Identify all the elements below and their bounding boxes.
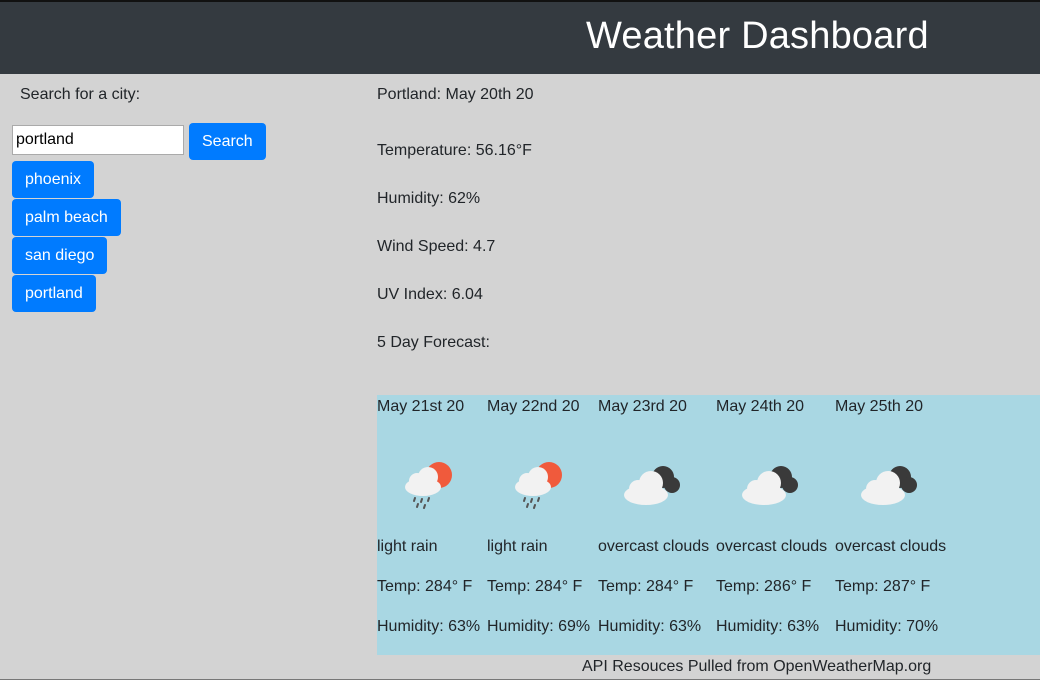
forecast-humidity: Humidity: 70% — [835, 618, 939, 635]
forecast-temp: Temp: 284° F — [377, 578, 473, 595]
forecast-humidity: Humidity: 63% — [377, 618, 481, 635]
window-bottom-strip — [0, 679, 1040, 700]
five-day-forecast: May 21st 20 light rain Temp: 284° F Humi… — [377, 395, 1040, 655]
page-title: Weather Dashboard — [586, 15, 929, 57]
forecast-description: overcast clouds — [716, 538, 828, 555]
current-wind-speed: Wind Speed: 4.7 — [377, 238, 496, 255]
forecast-date: May 21st 20 — [377, 398, 465, 415]
current-city-date: Portland: May 20th 20 — [377, 86, 534, 103]
forecast-temp: Temp: 287° F — [835, 578, 931, 595]
forecast-temp: Temp: 286° F — [716, 578, 812, 595]
page-header: Weather Dashboard — [0, 2, 1040, 74]
forecast-description: light rain — [377, 538, 438, 555]
forecast-date: May 24th 20 — [716, 398, 805, 415]
forecast-date: May 25th 20 — [835, 398, 924, 415]
current-humidity: Humidity: 62% — [377, 190, 481, 207]
rain-cloud-sun-icon — [405, 462, 452, 509]
history-city-button[interactable]: san diego — [12, 237, 108, 274]
search-button[interactable]: Search — [189, 123, 266, 160]
forecast-date: May 22nd 20 — [487, 398, 580, 415]
history-city-button[interactable]: phoenix — [12, 161, 95, 198]
current-uv-index: UV Index: 6.04 — [377, 286, 483, 303]
forecast-temp: Temp: 284° F — [487, 578, 583, 595]
overcast-clouds-icon — [861, 466, 917, 505]
search-label: Search for a city: — [20, 86, 141, 103]
forecast-humidity: Humidity: 63% — [598, 618, 702, 635]
overcast-clouds-icon — [742, 466, 798, 505]
city-search-input[interactable] — [12, 125, 184, 155]
api-attribution-footer: API Resouces Pulled from OpenWeatherMap.… — [582, 658, 932, 675]
forecast-humidity: Humidity: 69% — [487, 618, 591, 635]
current-temperature: Temperature: 56.16°F — [377, 142, 532, 159]
forecast-temp: Temp: 284° F — [598, 578, 694, 595]
forecast-date: May 23rd 20 — [598, 398, 687, 415]
forecast-description: overcast clouds — [598, 538, 710, 555]
forecast-description: light rain — [487, 538, 548, 555]
history-city-button[interactable]: palm beach — [12, 199, 121, 236]
overcast-clouds-icon — [624, 466, 680, 505]
history-city-button[interactable]: portland — [12, 275, 96, 312]
forecast-heading: 5 Day Forecast: — [377, 334, 490, 351]
forecast-humidity: Humidity: 63% — [716, 618, 820, 635]
rain-cloud-sun-icon — [515, 462, 562, 509]
forecast-description: overcast clouds — [835, 538, 947, 555]
